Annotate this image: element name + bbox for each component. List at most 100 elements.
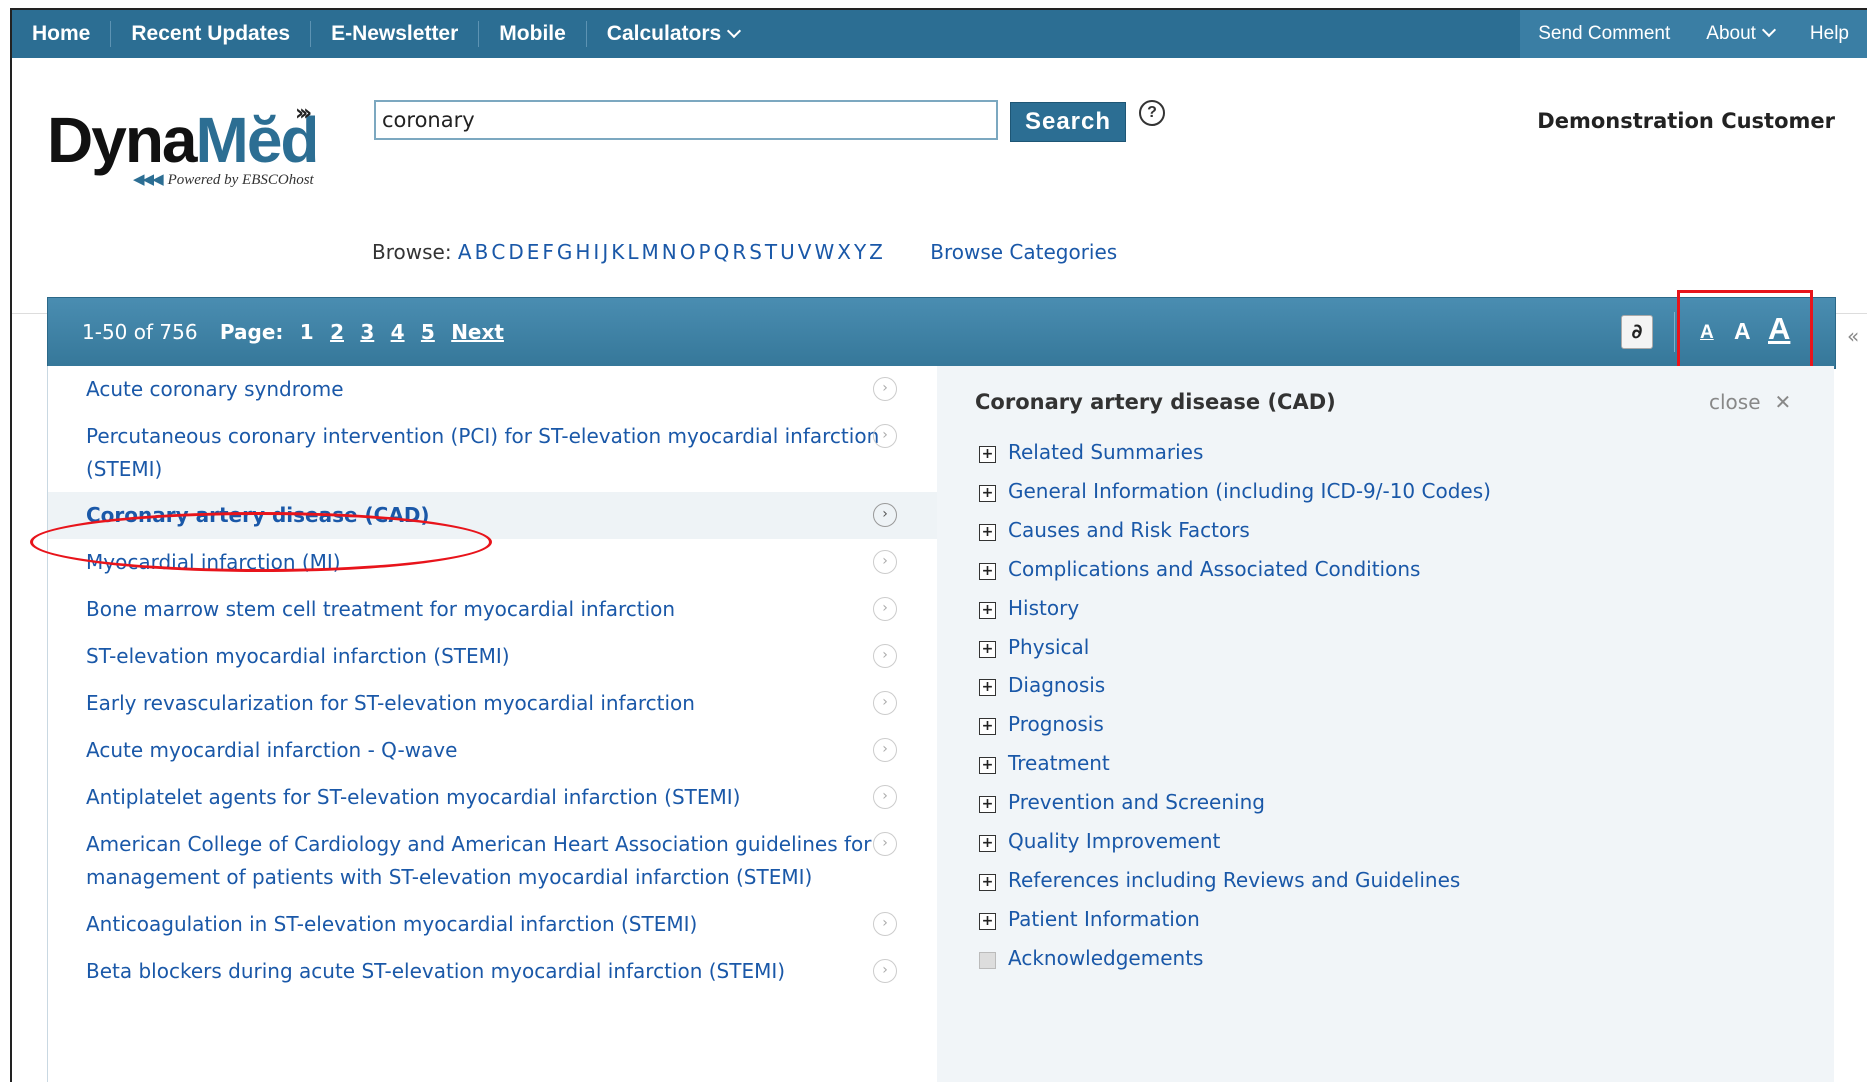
topic-section-label: Prevention and Screening [1008, 790, 1265, 815]
page-2[interactable]: 2 [330, 320, 344, 344]
browse-letter-v[interactable]: V [798, 240, 812, 264]
browse-letter-h[interactable]: H [575, 240, 590, 264]
chevron-right-icon[interactable]: › [873, 644, 897, 668]
list-item[interactable]: Percutaneous coronary intervention (PCI)… [48, 413, 938, 492]
list-item-link[interactable]: American College of Cardiology and Ameri… [86, 828, 896, 894]
browse-letter-l[interactable]: L [627, 240, 638, 264]
topic-section-link[interactable]: + Prognosis [979, 712, 1104, 736]
topic-section-link[interactable]: + Related Summaries [979, 440, 1203, 464]
list-item[interactable]: ST-elevation myocardial infarction (STEM… [48, 633, 938, 680]
list-item-link[interactable]: Bone marrow stem cell treatment for myoc… [86, 593, 896, 626]
nav-calculators[interactable]: Calculators [587, 21, 759, 47]
chevron-right-icon[interactable]: › [873, 503, 897, 527]
next-page-link[interactable]: Next [451, 320, 504, 344]
browse-letter-x[interactable]: X [837, 240, 851, 264]
search-button[interactable]: Search [1010, 102, 1126, 142]
topic-section-link[interactable]: + History [979, 596, 1079, 620]
browse-letter-s[interactable]: S [749, 240, 762, 264]
browse-letter-g[interactable]: G [557, 240, 573, 264]
browse-letter-w[interactable]: W [814, 240, 834, 264]
nav-mobile[interactable]: Mobile [479, 21, 587, 47]
list-item[interactable]: Acute coronary syndrome › [48, 366, 938, 413]
chevron-right-icon[interactable]: › [873, 912, 897, 936]
chevron-right-icon[interactable]: › [873, 738, 897, 762]
chevron-down-icon [727, 23, 742, 39]
browse-letter-n[interactable]: N [662, 240, 677, 264]
list-item[interactable]: Anticoagulation in ST-elevation myocardi… [48, 901, 938, 948]
page-5[interactable]: 5 [421, 320, 435, 344]
page-4[interactable]: 4 [391, 320, 405, 344]
topic-section-link[interactable]: + Physical [979, 635, 1089, 659]
topic-section-link[interactable]: + References including Reviews and Guidel… [979, 868, 1460, 892]
browse-letter-t[interactable]: T [765, 240, 777, 264]
topic-section-link[interactable]: + General Information (including ICD-9/-1… [979, 479, 1491, 503]
chevron-right-icon[interactable]: › [873, 691, 897, 715]
browse-letter-a[interactable]: A [458, 240, 472, 264]
link-icon[interactable]: ∂ [1621, 315, 1653, 349]
chevron-right-icon[interactable]: › [873, 597, 897, 621]
utility-nav: Send Comment About Help [1520, 10, 1867, 58]
browse-letter-u[interactable]: U [780, 240, 795, 264]
list-item-link[interactable]: Beta blockers during acute ST-elevation … [86, 955, 896, 988]
list-item-link[interactable]: Acute myocardial infarction - Q-wave [86, 734, 896, 767]
nav-help[interactable]: Help [1792, 23, 1867, 45]
page-1[interactable]: 1 [300, 320, 314, 344]
browse-letter-c[interactable]: C [491, 240, 505, 264]
browse-letter-y[interactable]: Y [854, 240, 866, 264]
browse-categories-link[interactable]: Browse Categories [930, 240, 1117, 264]
help-icon[interactable]: ? [1139, 100, 1165, 126]
topic-section-link[interactable]: + Acknowledgements [979, 946, 1203, 970]
browse-letter-d[interactable]: D [508, 240, 523, 264]
list-item[interactable]: Antiplatelet agents for ST-elevation myo… [48, 774, 938, 821]
chevron-right-icon[interactable]: › [873, 785, 897, 809]
list-item[interactable]: American College of Cardiology and Ameri… [48, 821, 938, 901]
browse-letter-r[interactable]: R [732, 240, 746, 264]
nav-send-comment[interactable]: Send Comment [1520, 23, 1688, 45]
list-item-link[interactable]: Antiplatelet agents for ST-elevation myo… [86, 781, 896, 814]
list-item[interactable]: Beta blockers during acute ST-elevation … [48, 948, 938, 995]
list-item-link[interactable]: ST-elevation myocardial infarction (STEM… [86, 640, 896, 673]
chevron-right-icon[interactable]: › [873, 832, 897, 856]
topic-section-link[interactable]: + Diagnosis [979, 673, 1105, 697]
expand-icon: + [979, 873, 996, 891]
nav-home[interactable]: Home [12, 21, 112, 47]
topic-section-label: General Information (including ICD-9/-10… [1008, 478, 1491, 503]
list-item[interactable]: Acute myocardial infarction - Q-wave › [48, 727, 938, 774]
browse-letter-p[interactable]: P [699, 240, 711, 264]
nav-e-newsletter[interactable]: E-Newsletter [311, 21, 480, 47]
chevron-right-icon[interactable]: › [873, 377, 897, 401]
list-item-link[interactable]: Acute coronary syndrome [86, 373, 896, 406]
topic-section-link[interactable]: + Complications and Associated Conditions [979, 557, 1420, 581]
browse-letter-e[interactable]: E [527, 240, 540, 264]
topic-section-link[interactable]: + Quality Improvement [979, 829, 1220, 853]
close-button[interactable]: close ✕ [1709, 390, 1791, 414]
browse-letter-z[interactable]: Z [869, 240, 883, 264]
list-item[interactable]: Early revascularization for ST-elevation… [48, 680, 938, 727]
browse-letter-b[interactable]: B [475, 240, 489, 264]
topic-section-link[interactable]: + Causes and Risk Factors [979, 518, 1250, 542]
chevron-right-icon[interactable]: › [873, 959, 897, 983]
list-item-link[interactable]: Percutaneous coronary intervention (PCI)… [86, 420, 896, 486]
list-item-link[interactable]: Anticoagulation in ST-elevation myocardi… [86, 908, 896, 941]
chevron-right-icon[interactable]: › [873, 550, 897, 574]
nav-recent-updates[interactable]: Recent Updates [111, 21, 312, 47]
dynamed-logo[interactable]: DynaMĕd ››› ◀◀◀ Powered by EBSCOhost [47, 101, 367, 195]
topic-section-link[interactable]: + Prevention and Screening [979, 790, 1265, 814]
topic-section-link[interactable]: + Treatment [979, 751, 1110, 775]
browse-letter-m[interactable]: M [642, 240, 659, 264]
list-item-link[interactable]: Early revascularization for ST-elevation… [86, 687, 896, 720]
browse-label: Browse: [372, 240, 452, 264]
chevron-right-icon[interactable]: › [873, 424, 897, 448]
page-3[interactable]: 3 [360, 320, 374, 344]
browse-letter-q[interactable]: Q [714, 240, 730, 264]
browse-letter-f[interactable]: F [542, 240, 554, 264]
collapse-panel-icon[interactable]: « [1847, 324, 1859, 348]
nav-about[interactable]: About [1688, 22, 1792, 45]
browse-letter-i[interactable]: I [593, 240, 599, 264]
search-input[interactable] [374, 100, 998, 140]
browse-letter-o[interactable]: O [680, 240, 696, 264]
browse-letter-k[interactable]: K [611, 240, 624, 264]
list-item[interactable]: Bone marrow stem cell treatment for myoc… [48, 586, 938, 633]
topic-section-link[interactable]: + Patient Information [979, 907, 1200, 931]
browse-letter-j[interactable]: J [602, 240, 608, 264]
